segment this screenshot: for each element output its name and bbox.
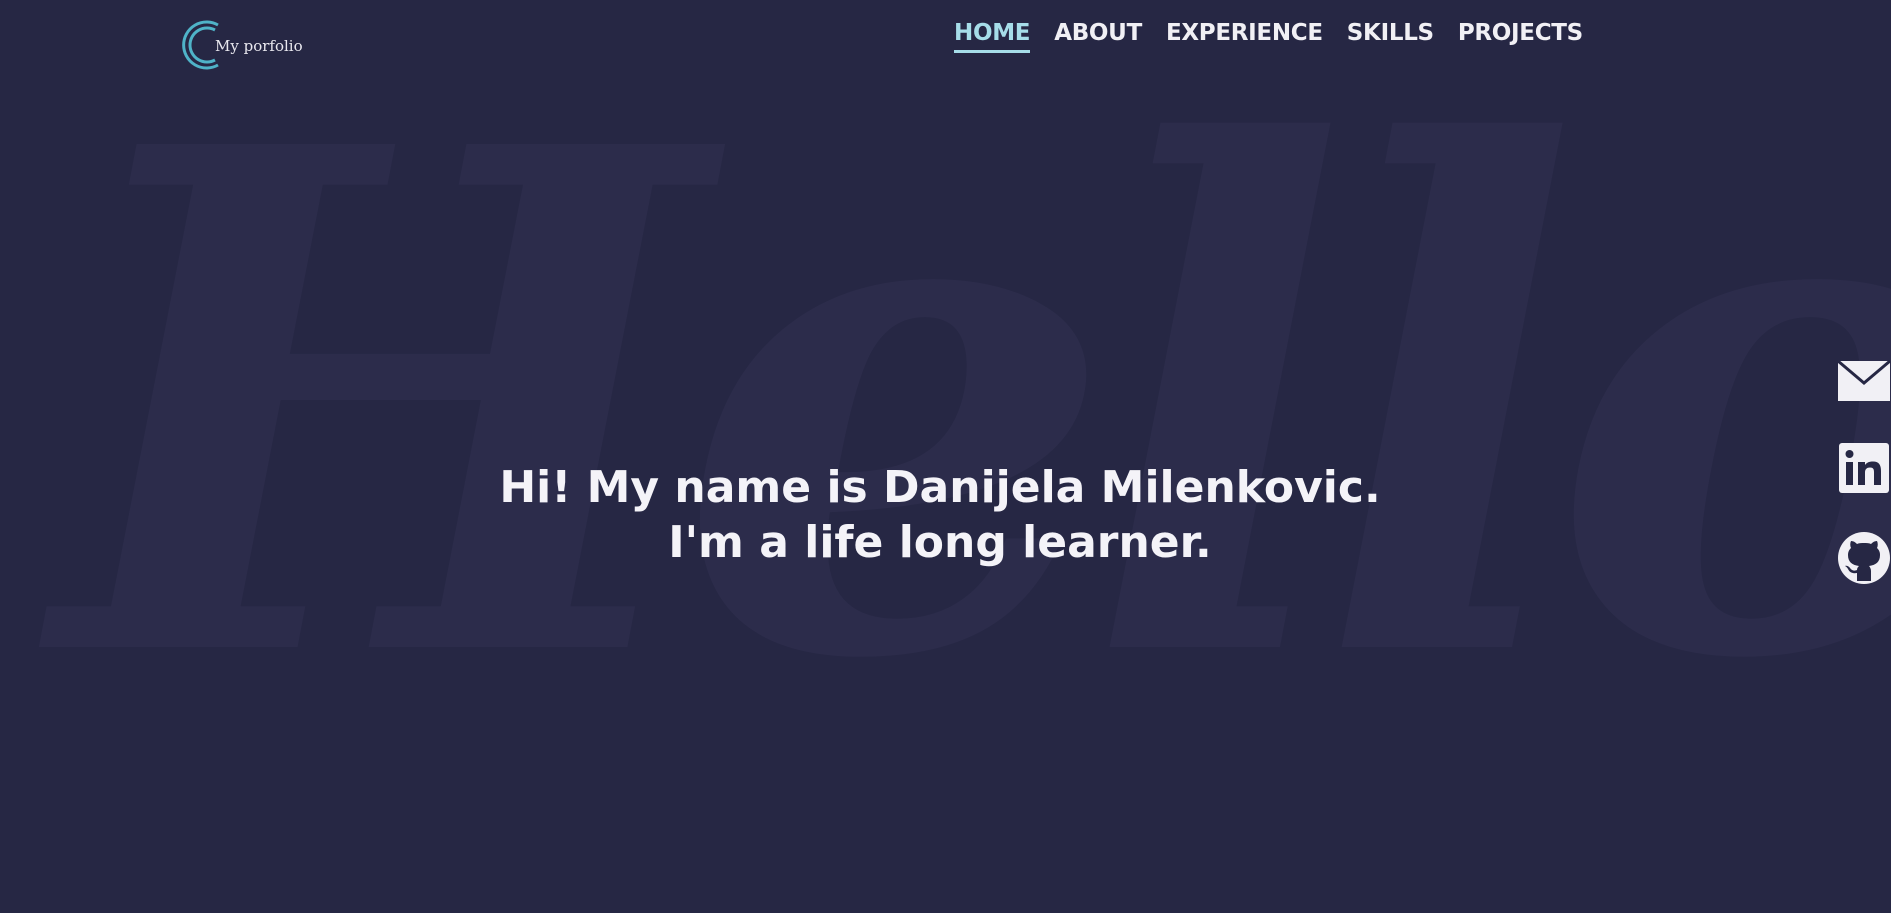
logo-text: My porfolio: [215, 37, 303, 55]
hello-watermark: Hello: [55, 0, 1891, 810]
linkedin-link[interactable]: [1837, 443, 1891, 497]
nav-skills[interactable]: SKILLS: [1347, 20, 1434, 53]
hero-intro: Hi! My name is Danijela Milenkovic. I'm …: [0, 460, 1880, 570]
hero-line-1: Hi! My name is Danijela Milenkovic.: [499, 462, 1381, 513]
page: Hello My porfolio HOME ABOUT EXPERIENCE …: [0, 0, 1891, 913]
nav-home[interactable]: HOME: [954, 20, 1031, 53]
nav-experience[interactable]: EXPERIENCE: [1166, 20, 1323, 53]
social-links: [1835, 355, 1891, 619]
nav-about[interactable]: ABOUT: [1054, 20, 1142, 53]
main-nav: HOME ABOUT EXPERIENCE SKILLS PROJECTS: [954, 20, 1583, 53]
hero-line-2: I'm a life long learner.: [668, 517, 1212, 568]
mail-icon: [1837, 359, 1891, 401]
linkedin-icon: [1839, 443, 1889, 493]
github-link[interactable]: [1837, 531, 1891, 585]
logo[interactable]: My porfolio: [178, 16, 303, 74]
nav-projects[interactable]: PROJECTS: [1458, 20, 1583, 53]
github-icon: [1838, 532, 1890, 584]
mail-link[interactable]: [1837, 355, 1891, 409]
